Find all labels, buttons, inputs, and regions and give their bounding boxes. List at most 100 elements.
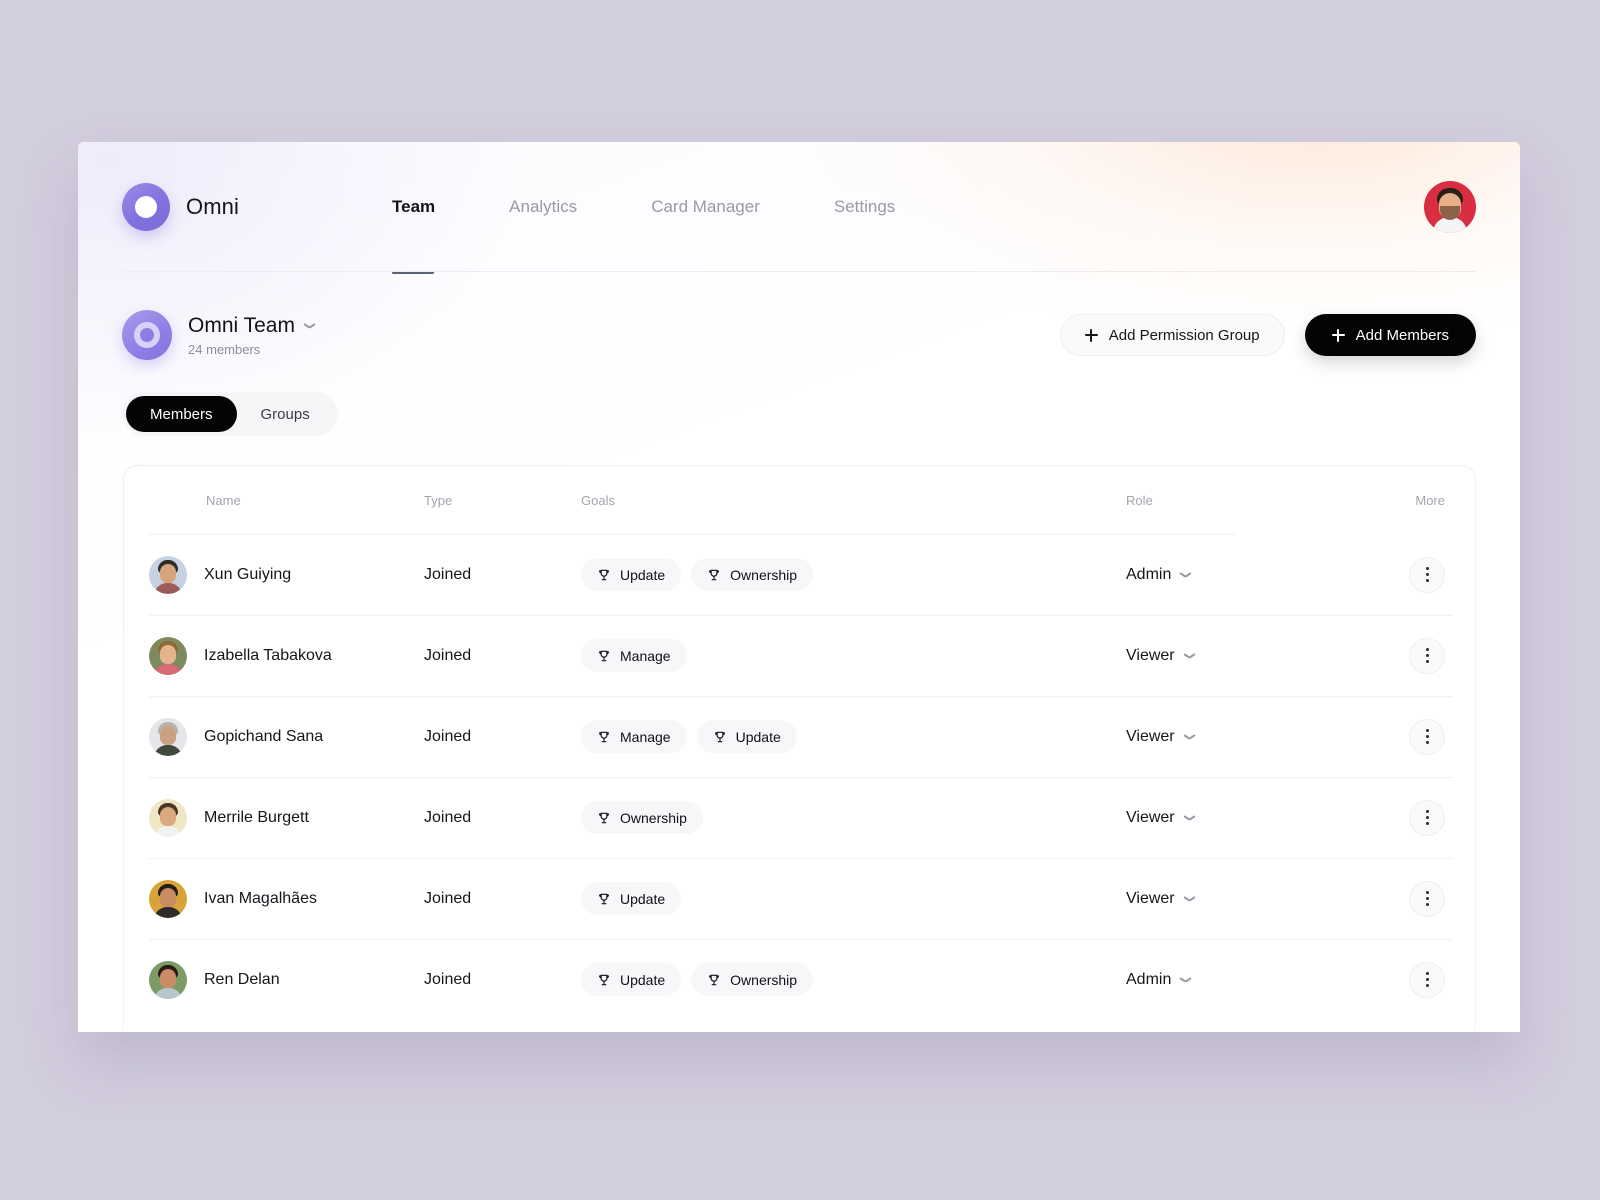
toggle-members[interactable]: Members bbox=[126, 396, 237, 432]
brand-name: Omni bbox=[186, 194, 239, 219]
role-dropdown[interactable]: Admin bbox=[1126, 971, 1359, 989]
table-body: Xun Guiying Joined Update Ownership Admin Iza… bbox=[124, 534, 1475, 1020]
nav-tab-analytics[interactable]: Analytics bbox=[472, 197, 614, 217]
goal-chip[interactable]: Ownership bbox=[581, 801, 703, 834]
role-dropdown[interactable]: Viewer bbox=[1126, 890, 1359, 908]
add-members-button[interactable]: Add Members bbox=[1304, 314, 1476, 356]
table-row[interactable]: Gopichand Sana Joined Manage Update Viewer bbox=[124, 696, 1475, 777]
goal-chip[interactable]: Manage bbox=[581, 720, 687, 753]
role-label: Admin bbox=[1126, 565, 1172, 583]
goal-label: Manage bbox=[620, 647, 671, 664]
trophy-icon bbox=[597, 649, 611, 663]
chevron-down-icon bbox=[1184, 734, 1195, 740]
member-type: Joined bbox=[424, 727, 472, 745]
goal-chip[interactable]: Update bbox=[696, 720, 797, 753]
member-name: Izabella Tabakova bbox=[204, 646, 332, 664]
table-row[interactable]: Merrile Burgett Joined Ownership Viewer bbox=[124, 777, 1475, 858]
column-header-role: Role bbox=[1126, 492, 1153, 508]
trophy-icon bbox=[597, 568, 611, 582]
table-row[interactable]: Xun Guiying Joined Update Ownership Admin bbox=[124, 534, 1475, 615]
team-members-count: 24 members bbox=[188, 341, 261, 357]
member-avatar bbox=[149, 879, 187, 918]
members-table: Name Type Goals Role More Xun Guiying Joi… bbox=[123, 465, 1476, 1030]
cell-goals: Manage bbox=[581, 639, 1126, 672]
goal-label: Ownership bbox=[730, 566, 798, 583]
role-dropdown[interactable]: Viewer bbox=[1126, 809, 1359, 827]
member-name: Merrile Burgett bbox=[204, 808, 309, 826]
trophy-icon bbox=[597, 730, 611, 744]
trophy-icon bbox=[713, 730, 727, 744]
more-vertical-icon[interactable] bbox=[1409, 961, 1445, 998]
role-label: Viewer bbox=[1126, 808, 1175, 826]
plus-icon bbox=[1084, 328, 1098, 342]
member-name: Ivan Magalhães bbox=[204, 889, 317, 907]
table-row[interactable]: Izabella Tabakova Joined Manage Viewer bbox=[124, 615, 1475, 696]
goal-label: Manage bbox=[620, 728, 671, 745]
chevron-down-icon bbox=[1184, 896, 1195, 902]
account-avatar[interactable] bbox=[1424, 181, 1476, 233]
trophy-icon bbox=[597, 892, 611, 906]
role-label: Viewer bbox=[1126, 646, 1175, 664]
goal-chip[interactable]: Update bbox=[581, 882, 682, 915]
role-dropdown[interactable]: Viewer bbox=[1126, 647, 1359, 665]
table-row[interactable]: Ren Delan Joined Update Ownership Admin bbox=[124, 939, 1475, 1020]
chevron-down-icon bbox=[1184, 815, 1195, 821]
more-vertical-icon[interactable] bbox=[1409, 880, 1445, 917]
add-permission-group-button[interactable]: Add Permission Group bbox=[1059, 314, 1285, 356]
cell-name: Xun Guiying bbox=[124, 555, 424, 594]
cell-name: Ivan Magalhães bbox=[124, 879, 424, 918]
more-vertical-icon[interactable] bbox=[1409, 556, 1445, 593]
goal-label: Ownership bbox=[730, 971, 798, 988]
team-header: Omni Team 24 members Add Permission Grou… bbox=[78, 272, 1520, 360]
member-type: Joined bbox=[424, 889, 472, 907]
cell-goals: Manage Update bbox=[581, 720, 1126, 753]
cell-name: Gopichand Sana bbox=[124, 717, 424, 756]
cell-goals: Ownership bbox=[581, 801, 1126, 834]
view-toggle-wrap: Members Groups bbox=[78, 360, 1520, 436]
chevron-down-icon[interactable] bbox=[304, 323, 315, 329]
table-row[interactable]: Ivan Magalhães Joined Update Viewer bbox=[124, 858, 1475, 939]
cell-more bbox=[1359, 880, 1453, 917]
role-dropdown[interactable]: Viewer bbox=[1126, 728, 1359, 746]
cell-goals: Update bbox=[581, 882, 1126, 915]
goal-chip[interactable]: Ownership bbox=[691, 963, 814, 996]
cell-more bbox=[1359, 556, 1453, 593]
plus-icon bbox=[1331, 328, 1345, 342]
cell-more bbox=[1359, 637, 1453, 674]
nav-tab-settings[interactable]: Settings bbox=[797, 197, 932, 217]
main-nav: Team Analytics Card Manager Settings bbox=[392, 197, 932, 274]
goal-label: Ownership bbox=[620, 809, 687, 826]
brand[interactable]: Omni bbox=[122, 183, 392, 231]
chevron-down-icon bbox=[1180, 977, 1191, 983]
team-identity[interactable]: Omni Team 24 members bbox=[122, 310, 315, 360]
more-vertical-icon[interactable] bbox=[1409, 637, 1445, 674]
goal-chip[interactable]: Ownership bbox=[691, 558, 814, 591]
add-members-label: Add Members bbox=[1355, 326, 1449, 344]
goal-label: Update bbox=[620, 890, 666, 907]
nav-tab-team[interactable]: Team bbox=[392, 197, 472, 274]
cell-more bbox=[1359, 718, 1453, 755]
trophy-icon bbox=[707, 973, 721, 987]
member-name: Gopichand Sana bbox=[204, 727, 324, 745]
goal-chip[interactable]: Manage bbox=[581, 639, 687, 672]
member-avatar bbox=[149, 636, 187, 675]
goal-label: Update bbox=[620, 566, 666, 583]
cell-name: Izabella Tabakova bbox=[124, 636, 424, 675]
team-avatar-icon bbox=[122, 310, 172, 360]
more-vertical-icon[interactable] bbox=[1409, 799, 1445, 836]
toggle-groups[interactable]: Groups bbox=[237, 396, 334, 432]
chevron-down-icon bbox=[1184, 653, 1195, 659]
member-type: Joined bbox=[424, 808, 472, 826]
column-header-goals: Goals bbox=[581, 492, 615, 508]
trophy-icon bbox=[597, 973, 611, 987]
app-window: Omni Team Analytics Card Manager Setting… bbox=[78, 142, 1520, 1032]
goal-chip[interactable]: Update bbox=[581, 963, 682, 996]
cell-goals: Update Ownership bbox=[581, 558, 1126, 591]
nav-tab-card-manager[interactable]: Card Manager bbox=[614, 197, 797, 217]
role-dropdown[interactable]: Admin bbox=[1126, 566, 1359, 584]
more-vertical-icon[interactable] bbox=[1409, 718, 1445, 755]
chevron-down-icon bbox=[1180, 572, 1191, 578]
column-header-name: Name bbox=[206, 492, 241, 508]
goal-label: Update bbox=[735, 728, 781, 745]
goal-chip[interactable]: Update bbox=[581, 558, 682, 591]
